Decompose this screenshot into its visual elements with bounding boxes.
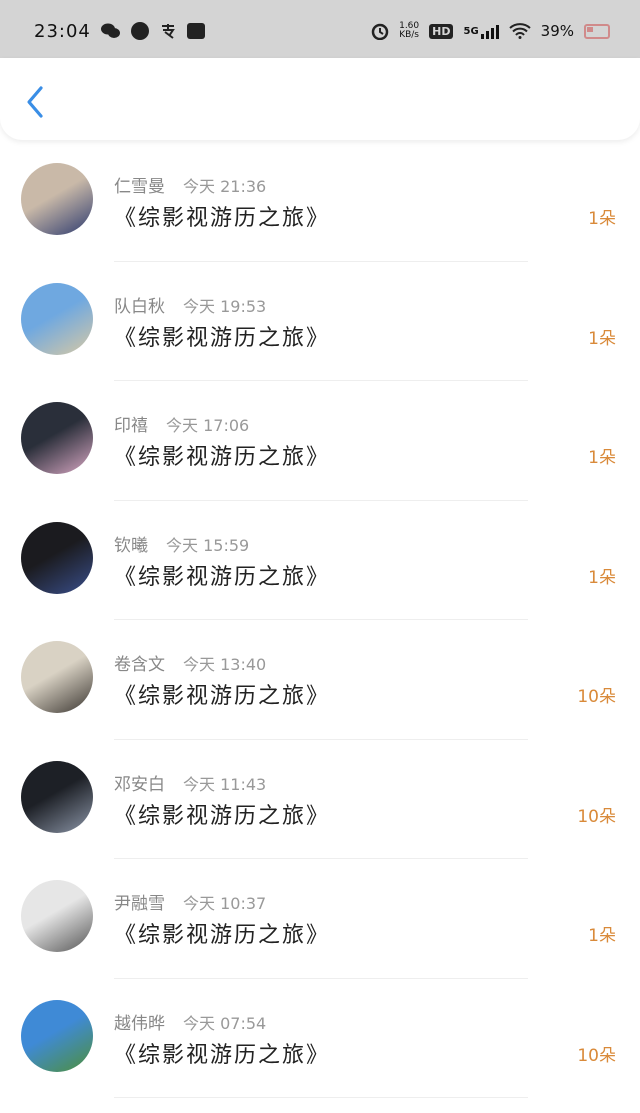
reader-line: 尹融雪 今天 10:37 — [114, 889, 266, 914]
alarm-icon — [371, 22, 389, 40]
avatar[interactable] — [21, 282, 93, 355]
gift-time: 今天 11:43 — [183, 774, 267, 794]
gift-amount: 1朵 — [588, 328, 616, 349]
list-item[interactable]: 印禧 今天 17:06 《综影视游历之旅》 1朵 — [0, 381, 640, 501]
gift-time: 今天 21:36 — [183, 177, 267, 196]
status-bar: 23:04 1.60 KB/s HD 5G 39% — [0, 0, 640, 62]
avatar[interactable] — [21, 163, 93, 235]
gift-time: 今天 15:59 — [166, 535, 250, 555]
avatar[interactable] — [21, 402, 93, 474]
reader-line: 印禧 今天 17:06 — [114, 411, 249, 436]
book-title: 《综影视游历之旅》 — [114, 564, 331, 590]
battery-icon — [584, 23, 610, 39]
top-nav-bar — [0, 58, 640, 140]
status-left: 23:04 — [34, 21, 205, 42]
gift-time: 今天 10:37 — [183, 894, 267, 913]
reader-name: 卷含文 — [114, 655, 165, 675]
net-speed: 1.60 KB/s — [399, 22, 419, 40]
book-title: 《综影视游历之旅》 — [114, 325, 331, 351]
reader-name: 队白秋 — [114, 296, 165, 317]
avatar[interactable] — [21, 999, 93, 1072]
status-time: 23:04 — [34, 20, 91, 42]
reader-line: 邓安白 今天 11:43 — [114, 770, 266, 795]
list-item[interactable]: 钦曦 今天 15:59 《综影视游历之旅》 1朵 — [0, 501, 640, 620]
alipay-icon — [159, 22, 177, 40]
list-item[interactable]: 尹融雪 今天 10:37 《综影视游历之旅》 1朵 — [0, 859, 640, 979]
chevron-left-icon — [27, 86, 43, 118]
wechat-icon — [100, 23, 121, 39]
gift-time: 今天 07:54 — [183, 1013, 267, 1033]
reader-line: 越伟晔 今天 07:54 — [114, 1009, 266, 1034]
divider — [114, 1097, 528, 1098]
reader-line: 钦曦 今天 15:59 — [114, 531, 249, 556]
gift-amount: 10朵 — [577, 1045, 616, 1066]
reader-name: 邓安白 — [114, 774, 165, 795]
list-item[interactable]: 邓安白 今天 11:43 《综影视游历之旅》 10朵 — [0, 740, 640, 859]
reader-line: 仁雪曼 今天 21:36 — [114, 172, 266, 197]
list-item[interactable]: 卷含文 今天 13:40 《综影视游历之旅》 10朵 — [0, 620, 640, 740]
back-button[interactable] — [18, 82, 52, 122]
avatar[interactable] — [21, 521, 93, 594]
reader-name: 印禧 — [114, 416, 148, 436]
book-title: 《综影视游历之旅》 — [114, 1042, 331, 1068]
message-icon — [186, 23, 205, 39]
gift-time: 今天 17:06 — [166, 416, 250, 435]
battery-percent: 39% — [540, 22, 574, 40]
gift-amount: 1朵 — [588, 209, 616, 229]
reader-line: 队白秋 今天 19:53 — [114, 292, 266, 317]
avatar[interactable] — [21, 880, 93, 952]
list-item[interactable]: 队白秋 今天 19:53 《综影视游历之旅》 1朵 — [0, 262, 640, 381]
gift-amount: 1朵 — [588, 926, 616, 946]
gift-list: 仁雪曼 今天 21:36 《综影视游历之旅》 1朵 队白秋 今天 19:53 《综影视游历之… — [0, 142, 640, 1098]
book-title: 《综影视游历之旅》 — [114, 803, 331, 829]
book-title: 《综影视游历之旅》 — [114, 684, 331, 709]
list-item[interactable]: 仁雪曼 今天 21:36 《综影视游历之旅》 1朵 — [0, 142, 640, 262]
reader-name: 尹融雪 — [114, 894, 165, 914]
book-title: 《综影视游历之旅》 — [114, 206, 331, 231]
reader-name: 越伟晔 — [114, 1013, 165, 1034]
gift-time: 今天 19:53 — [183, 296, 267, 316]
cell-signal-icon: 5G — [463, 23, 499, 39]
status-right: 1.60 KB/s HD 5G 39% — [371, 22, 610, 40]
wifi-icon — [508, 23, 531, 39]
book-title: 《综影视游历之旅》 — [114, 923, 331, 948]
gift-amount: 1朵 — [588, 567, 616, 588]
net-speed-unit: KB/s — [399, 30, 420, 40]
book-title: 《综影视游历之旅》 — [114, 445, 331, 470]
hd-badge: HD — [429, 23, 454, 39]
avatar[interactable] — [21, 641, 93, 713]
compass-icon — [130, 22, 149, 40]
reader-line: 卷含文 今天 13:40 — [114, 650, 266, 675]
reader-name: 仁雪曼 — [114, 177, 165, 197]
gift-amount: 10朵 — [577, 687, 616, 707]
gift-time: 今天 13:40 — [183, 655, 267, 674]
gift-amount: 10朵 — [577, 806, 616, 827]
avatar[interactable] — [21, 760, 93, 833]
network-type: 5G — [463, 25, 479, 37]
gift-amount: 1朵 — [588, 448, 616, 468]
list-item[interactable]: 越伟晔 今天 07:54 《综影视游历之旅》 10朵 — [0, 979, 640, 1098]
reader-name: 钦曦 — [114, 535, 148, 556]
